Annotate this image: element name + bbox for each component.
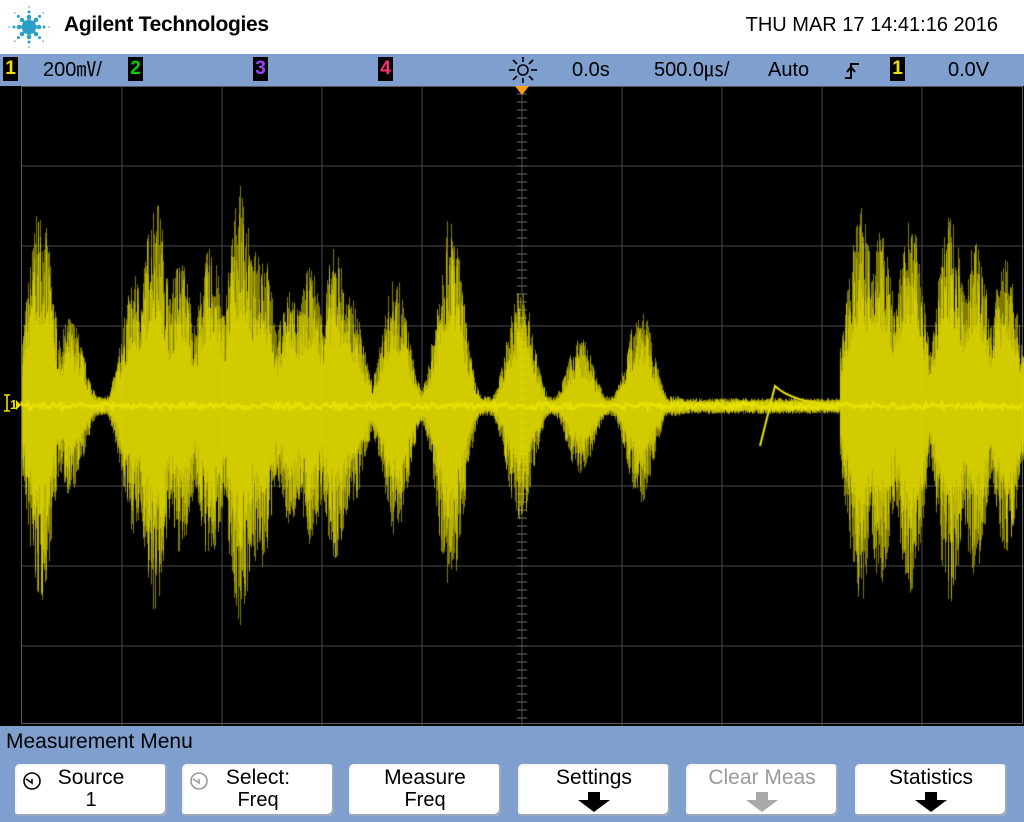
title-bar: Agilent Technologies THU MAR 17 14:41:16… bbox=[0, 0, 1024, 54]
channel-3-label[interactable]: 3 bbox=[253, 57, 268, 81]
agilent-logo-icon bbox=[8, 6, 50, 48]
channel-2-label[interactable]: 2 bbox=[128, 57, 143, 81]
softkey-menu: Measurement Menu Source 1 Select: Freq M… bbox=[0, 726, 1024, 822]
statistics-softkey[interactable]: Statistics bbox=[855, 764, 1007, 816]
source-softkey[interactable]: Source 1 bbox=[15, 764, 167, 816]
date-time: THU MAR 17 14:41:16 2016 bbox=[745, 14, 998, 36]
measure-softkey[interactable]: Measure Freq bbox=[349, 764, 501, 816]
trigger-source[interactable]: 1 bbox=[890, 57, 905, 81]
trigger-position-marker[interactable] bbox=[515, 86, 529, 95]
settings-label: Settings bbox=[556, 766, 632, 789]
measure-value: Freq bbox=[404, 789, 446, 811]
source-label: Source bbox=[57, 766, 125, 789]
channel-1-ground-marker[interactable]: 1 bbox=[2, 389, 22, 419]
select-value: Freq bbox=[237, 789, 279, 811]
submenu-arrow-icon bbox=[578, 792, 610, 812]
clear-meas-label: Clear Meas bbox=[708, 766, 816, 789]
clear-meas-softkey: Clear Meas bbox=[686, 764, 838, 816]
time-scale: 500.0㎲/ bbox=[654, 59, 730, 81]
menu-title: Measurement Menu bbox=[6, 730, 193, 753]
settings-softkey[interactable]: Settings bbox=[518, 764, 670, 816]
channel-4-label[interactable]: 4 bbox=[378, 57, 393, 81]
channel-1-scale: 200㎷/ bbox=[43, 59, 102, 81]
status-bar: 1 200㎷/ 2 3 4 0.0s 500.0㎲/ Auto 1 0.0V bbox=[0, 54, 1024, 86]
source-value: 1 bbox=[85, 789, 97, 811]
time-delay: 0.0s bbox=[572, 59, 610, 81]
rising-edge-icon bbox=[845, 63, 859, 79]
select-label: Select: bbox=[225, 766, 291, 789]
measure-label: Measure bbox=[384, 766, 466, 789]
statistics-label: Statistics bbox=[888, 766, 974, 789]
waveform-display[interactable]: 1 bbox=[0, 86, 1024, 726]
channel-1-waveform bbox=[0, 86, 1024, 726]
trigger-level: 0.0V bbox=[948, 59, 990, 81]
submenu-arrow-icon bbox=[915, 792, 947, 812]
submenu-arrow-icon bbox=[746, 792, 778, 812]
trigger-status-icon bbox=[509, 57, 537, 83]
channel-1-label[interactable]: 1 bbox=[3, 57, 18, 81]
select-softkey[interactable]: Select: Freq bbox=[182, 764, 334, 816]
brand-name: Agilent Technologies bbox=[64, 13, 269, 36]
trigger-mode: Auto bbox=[768, 59, 810, 81]
